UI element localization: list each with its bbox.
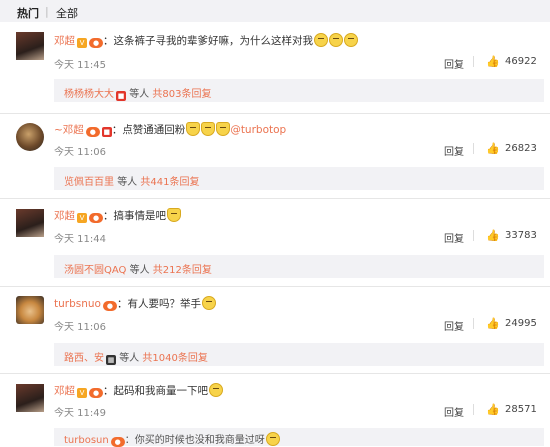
emoji-icon (201, 296, 216, 310)
verified-badge-icon: V (77, 38, 87, 48)
avatar[interactable] (16, 296, 44, 324)
sub-reply-count[interactable]: 共212条回复 (153, 265, 212, 276)
comment-text: 搞事情是吧 (113, 210, 167, 222)
vip-badge-icon: ● (102, 301, 117, 311)
reply-button[interactable]: 回复 (444, 230, 464, 245)
comment-headline: 邓超 V ● ：这条裤子寻我的辈爹好嘛，为什么这样对我 (54, 33, 358, 48)
like-count: 24995 (505, 318, 537, 329)
mention-link[interactable]: @turbotop (230, 124, 286, 136)
member-badge-icon: ■ (116, 91, 126, 101)
emoji-icon (265, 432, 280, 446)
avatar[interactable] (16, 123, 44, 151)
sub-reply-summary[interactable]: 路西、安 ▦ 等人 共1040条回复 (54, 343, 544, 366)
member-badge-icon: ■ (101, 127, 112, 137)
vip-badge-icon: ● (89, 213, 103, 223)
comment-text: 这条裤子寻我的辈爹好嘛，为什么这样对我 (113, 35, 314, 47)
tab-divider: | (45, 5, 49, 18)
thumbs-up-icon[interactable]: 👍 (486, 229, 500, 242)
comment-headline: turbsnuo ● ：有人要吗？举手 (54, 296, 216, 311)
sub-reply-wait: 等人 (119, 353, 140, 364)
reply-button[interactable]: 回复 (444, 318, 464, 333)
sub-reply-user[interactable]: 路西、安 (64, 353, 104, 364)
sub-reply-user[interactable]: 览佩百百里 (64, 177, 114, 188)
comment-text: 有人要吗？举手 (127, 298, 201, 310)
sub-reply-user[interactable]: 汤圆不圆QAQ (64, 265, 126, 276)
divider (473, 143, 474, 154)
divider (0, 373, 550, 374)
vip-badge-icon: ● (89, 388, 103, 398)
avatar[interactable] (16, 384, 44, 412)
member-badge-icon: ▦ (106, 355, 116, 365)
reply-button[interactable]: 回复 (444, 56, 464, 71)
like-count: 46922 (505, 56, 537, 67)
cat-emoji-icon (167, 208, 181, 222)
comment-username[interactable]: ~邓超 (54, 124, 84, 136)
comment-username[interactable]: 邓超 (54, 210, 75, 222)
thumbs-up-icon[interactable]: 👍 (486, 142, 500, 155)
comment-text: 你买的时候也没和我商量过呀 (134, 435, 265, 446)
divider (473, 230, 474, 241)
divider (473, 404, 474, 415)
divider (473, 56, 474, 67)
emoji-icon (314, 33, 328, 47)
sub-reply-count[interactable]: 共803条回复 (152, 89, 211, 100)
divider (0, 113, 550, 114)
comment-time: 今天 11:49 (54, 408, 106, 419)
comment-text: 起码和我商量一下吧 (113, 385, 209, 397)
comment-time: 今天 11:06 (54, 147, 106, 158)
emoji-icon (209, 383, 223, 397)
comment-username[interactable]: 邓超 (54, 35, 75, 47)
comment-time: 今天 11:44 (54, 234, 106, 245)
emoji-icon (329, 33, 343, 47)
sub-reply-summary[interactable]: 杨杨杨大大 ■ 等人 共803条回复 (54, 79, 544, 102)
vip-badge-icon: ● (89, 38, 103, 48)
thumbs-up-icon[interactable]: 👍 (486, 55, 500, 68)
cat-emoji-icon (201, 122, 216, 136)
comment-time: 今天 11:06 (54, 322, 106, 333)
sub-reply-count[interactable]: 共1040条回复 (142, 353, 207, 364)
comment-username[interactable]: 邓超 (54, 385, 75, 397)
sub-reply-summary[interactable]: 览佩百百里 等人 共441条回复 (54, 167, 544, 190)
thumbs-up-icon[interactable]: 👍 (486, 403, 500, 416)
avatar[interactable] (16, 32, 44, 60)
reply-button[interactable]: 回复 (444, 143, 464, 158)
reply-button[interactable]: 回复 (444, 404, 464, 419)
tab-all[interactable]: 全部 (56, 5, 78, 21)
sub-reply-wait: 等人 (129, 89, 150, 100)
sub-reply-wait: 等人 (129, 265, 150, 276)
divider (473, 318, 474, 329)
comment-time: 今天 11:45 (54, 60, 106, 71)
verified-badge-icon: V (77, 388, 87, 398)
verified-badge-icon: V (77, 213, 87, 223)
sub-reply-wait: 等人 (117, 177, 138, 188)
sub-reply-count[interactable]: 共441条回复 (140, 177, 199, 188)
avatar[interactable] (16, 209, 44, 237)
comment-username[interactable]: turbsnuo (54, 298, 101, 310)
divider (0, 198, 550, 199)
cat-emoji-icon (186, 122, 201, 136)
comment-headline: ~邓超 ● ■ ：点赞通通回粉 @turbotop (54, 122, 287, 137)
vip-badge-icon: ● (85, 127, 100, 137)
comment-headline: 邓超 V ● ：搞事情是吧 (54, 208, 181, 223)
divider (0, 286, 550, 287)
sub-reply-user[interactable]: 杨杨杨大大 (64, 89, 114, 100)
cat-emoji-icon (216, 122, 231, 136)
like-count: 26823 (505, 143, 537, 154)
emoji-icon (344, 33, 358, 47)
sub-reply-summary[interactable]: 汤圆不圆QAQ 等人 共212条回复 (54, 255, 544, 278)
comment-headline: 邓超 V ● ：起码和我商量一下吧 (54, 383, 223, 398)
sub-reply-preview[interactable]: turbosun ● ：你买的时候也没和我商量过呀 (54, 428, 544, 447)
comment-text: 点赞通通回粉 (122, 124, 186, 136)
like-count: 28571 (505, 404, 537, 415)
tab-hot[interactable]: 热门 (17, 5, 39, 21)
thumbs-up-icon[interactable]: 👍 (486, 317, 500, 330)
like-count: 33783 (505, 230, 537, 241)
comment-tabs: 热门 | 全部 (0, 0, 550, 22)
comment-username[interactable]: turbosun (64, 435, 109, 446)
